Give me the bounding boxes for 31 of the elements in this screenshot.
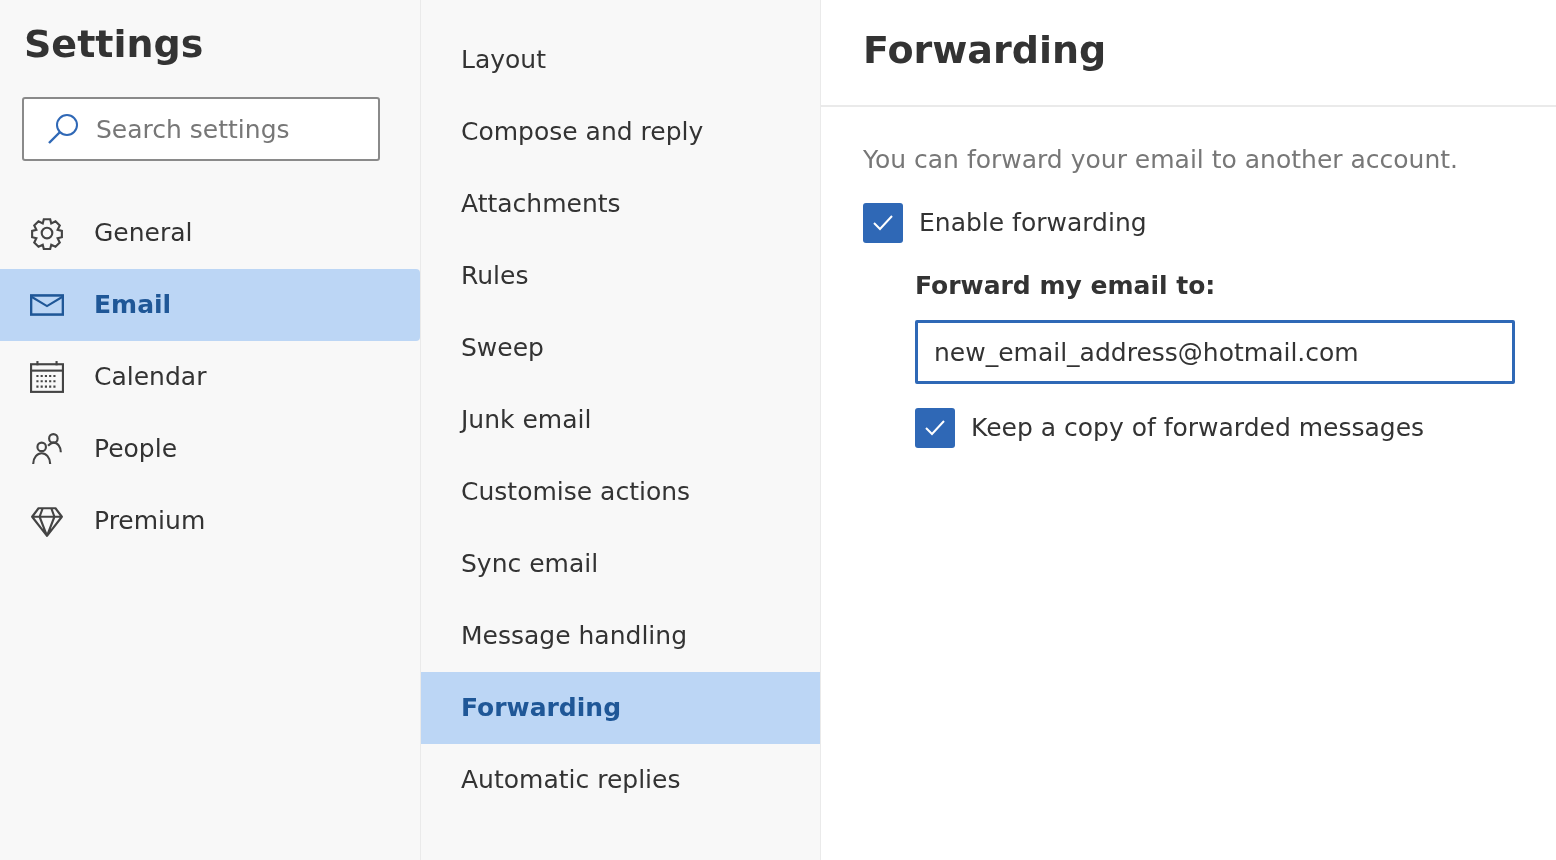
- input-field[interactable]: new_email_address@hotmail.com: [915, 320, 1515, 384]
- category-label[interactable]: Email: [94, 286, 172, 324]
- menu-item[interactable]: Customise actions: [421, 456, 820, 528]
- search-icon: [46, 112, 80, 146]
- menu-item[interactable]: Forwarding: [421, 672, 820, 744]
- checkbox[interactable]: [863, 202, 903, 243]
- menu-item[interactable]: Attachments: [421, 168, 820, 240]
- checkbox[interactable]: [915, 408, 955, 448]
- category-label[interactable]: Premium: [94, 502, 206, 540]
- menu-item[interactable]: Sweep: [421, 312, 820, 384]
- search-field[interactable]: Search settings: [22, 97, 380, 161]
- checkbox-label: Enable forwarding: [919, 206, 1147, 239]
- menu-item[interactable]: Rules: [421, 240, 820, 312]
- menu-item[interactable]: Compose and reply: [421, 96, 820, 168]
- field-label: Forward my email to:: [915, 269, 1217, 302]
- menu-item[interactable]: Sync email: [421, 528, 820, 600]
- gear-icon: [30, 216, 64, 250]
- people-icon: [30, 432, 64, 466]
- menu-item[interactable]: Message handling: [421, 600, 820, 672]
- checkbox-label: Keep a copy of forwarded messages: [971, 412, 1425, 445]
- calendar-icon: [30, 360, 64, 394]
- diamond-icon: [30, 504, 64, 538]
- menu-item[interactable]: Layout: [421, 24, 820, 96]
- description-text: You can forward your email to another account.: [863, 144, 1460, 176]
- menu-item[interactable]: Junk email: [421, 384, 820, 456]
- category-label[interactable]: Calendar: [94, 358, 207, 396]
- settings-title: Settings: [23, 21, 205, 68]
- category-label[interactable]: People: [94, 430, 178, 468]
- menu-item[interactable]: Automatic replies: [421, 744, 820, 816]
- category-label[interactable]: General: [94, 214, 193, 252]
- pane-title: Forwarding: [863, 27, 1108, 74]
